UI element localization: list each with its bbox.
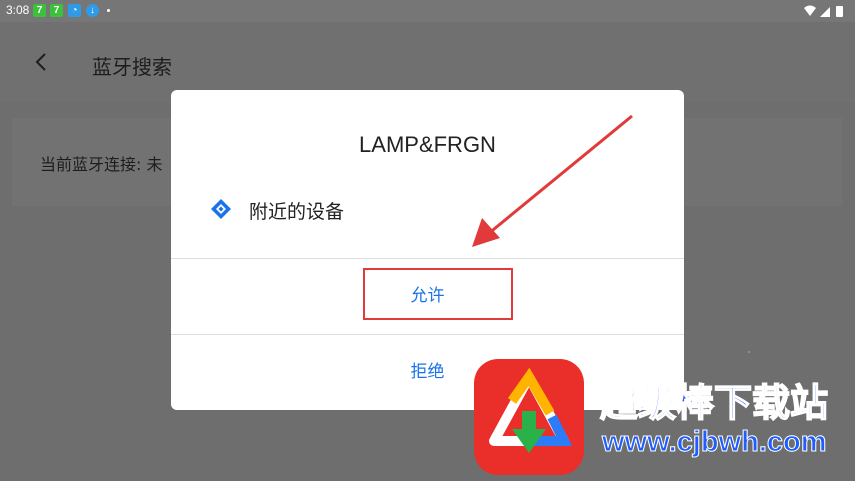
- signal-icon: [820, 7, 830, 17]
- system-status-icons: [804, 5, 843, 17]
- watermark-url: www.cjbwh.com: [602, 426, 828, 459]
- back-arrow-icon[interactable]: [30, 50, 54, 74]
- download-site-logo-icon: [474, 359, 584, 475]
- app-7-icon: 7: [50, 4, 63, 17]
- more-notifications-dot: [107, 9, 110, 12]
- download-icon: ↓: [86, 4, 99, 17]
- wifi-icon: [804, 5, 816, 16]
- dust-dot: [748, 351, 750, 353]
- status-time: 3:08: [6, 3, 30, 17]
- annotation-arrow-icon: [472, 114, 633, 247]
- status-bar: 3:08 7 7 ◔ ↓: [0, 0, 855, 22]
- app-7-icon: 7: [33, 4, 46, 17]
- permission-label: 附近的设备: [249, 201, 345, 223]
- watermark-site-name: 超级棒下载站: [599, 380, 829, 426]
- annotation-highlight-box: [363, 268, 513, 320]
- nearby-devices-icon: [211, 199, 231, 219]
- app-chat-icon: ◔: [68, 4, 81, 17]
- page-title: 蓝牙搜索: [92, 55, 172, 79]
- battery-icon: [836, 6, 843, 17]
- bluetooth-status-label: 当前蓝牙连接: 未: [40, 155, 163, 174]
